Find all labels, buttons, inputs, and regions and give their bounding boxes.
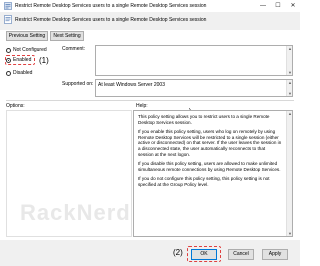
section-divider	[6, 100, 294, 101]
not-configured-radio[interactable]: Not Configured	[6, 46, 66, 54]
options-label: Options:	[6, 103, 25, 109]
comment-field[interactable]: ▲ ▼	[95, 45, 293, 76]
ok-button[interactable]: OK	[191, 249, 217, 260]
scroll-down-icon[interactable]: ▼	[287, 91, 293, 96]
help-paragraph: If you disable this policy setting, user…	[138, 161, 281, 172]
window-title: Restrict Remote Desktop Services users t…	[15, 3, 207, 9]
disabled-radio-circle[interactable]	[6, 70, 11, 76]
next-setting-button[interactable]: Next Setting	[50, 31, 84, 41]
supported-scrollbar[interactable]: ▲ ▼	[286, 80, 292, 96]
scroll-up-icon[interactable]: ▲	[287, 111, 292, 116]
policy-name: Restrict Remote Desktop Services users t…	[15, 17, 207, 23]
help-paragraph: If you do not configure this policy sett…	[138, 176, 270, 187]
help-paragraph: If you enable this policy setting, users…	[138, 129, 282, 157]
policy-settings-icon	[4, 2, 12, 10]
scroll-up-icon[interactable]: ▲	[287, 80, 293, 85]
minimize-button[interactable]: —	[256, 1, 270, 11]
supported-on-field: At least Windows Server 2003 ▲ ▼	[95, 79, 293, 97]
disabled-radio[interactable]: Disabled	[6, 69, 66, 77]
help-panel: This policy setting allows you to restri…	[133, 110, 293, 237]
title-bar: Restrict Remote Desktop Services users t…	[0, 0, 300, 12]
cancel-button[interactable]: Cancel	[228, 249, 254, 260]
policy-dialog: Restrict Remote Desktop Services users t…	[0, 0, 300, 266]
previous-setting-button[interactable]: Previous Setting	[6, 31, 48, 41]
help-scrollbar[interactable]: ▲ ▼	[286, 111, 292, 236]
supported-on-label: Supported on:	[62, 81, 94, 87]
scroll-down-icon[interactable]: ▼	[287, 231, 292, 236]
scroll-down-icon[interactable]: ▼	[287, 70, 293, 75]
watermark-logo: RackNerd	[20, 200, 131, 225]
not-configured-label: Not Configured	[13, 47, 47, 53]
help-label: Help:	[136, 103, 148, 109]
comment-label: Comment:	[62, 46, 86, 52]
close-button[interactable]: ✕	[286, 1, 300, 11]
apply-button[interactable]: Apply	[262, 249, 288, 260]
enabled-annotation-box	[5, 55, 35, 65]
step-1-annotation: (1)	[39, 56, 49, 65]
disabled-label: Disabled	[13, 70, 33, 76]
button-bar	[0, 240, 300, 266]
help-paragraph: This policy setting allows you to restri…	[138, 114, 270, 125]
policy-icon	[4, 15, 12, 24]
comment-scrollbar[interactable]: ▲ ▼	[286, 46, 292, 75]
supported-on-value: At least Windows Server 2003	[98, 82, 165, 88]
not-configured-radio-circle[interactable]	[6, 47, 11, 53]
maximize-button[interactable]: ☐	[271, 1, 285, 11]
step-2-annotation: (2)	[173, 248, 183, 257]
scroll-up-icon[interactable]: ▲	[287, 46, 293, 51]
